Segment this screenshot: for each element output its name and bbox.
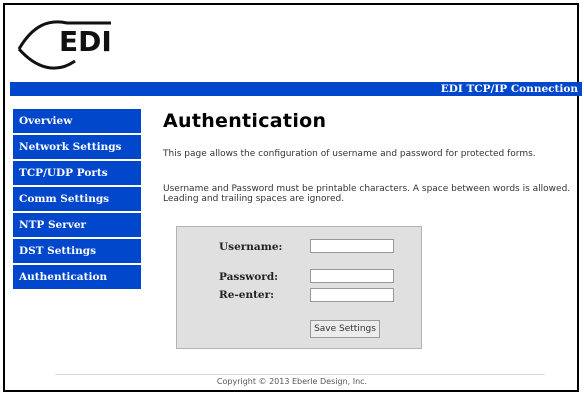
password-label: Password: bbox=[219, 271, 279, 283]
username-input[interactable] bbox=[310, 239, 394, 253]
page-description: This page allows the configuration of us… bbox=[163, 149, 536, 159]
page-note: Username and Password must be printable … bbox=[163, 184, 571, 204]
sidebar-item-overview[interactable]: Overview bbox=[13, 109, 141, 133]
footer-divider bbox=[55, 374, 545, 375]
reenter-password-input[interactable] bbox=[310, 288, 394, 302]
page-frame: EDI EDI TCP/IP Connection Overview Netwo… bbox=[3, 3, 582, 392]
header-banner: EDI TCP/IP Connection bbox=[10, 82, 582, 96]
page-title: Authentication bbox=[163, 110, 327, 132]
edi-logo-graphic: EDI bbox=[17, 20, 112, 70]
reenter-label: Re-enter: bbox=[219, 289, 275, 301]
logo-text: EDI bbox=[59, 25, 112, 58]
sidebar-item-network-settings[interactable]: Network Settings bbox=[13, 135, 141, 159]
sidebar-item-authentication[interactable]: Authentication bbox=[13, 265, 141, 289]
sidebar-nav: Overview Network Settings TCP/UDP Ports … bbox=[13, 109, 141, 291]
username-label: Username: bbox=[219, 241, 283, 253]
password-input[interactable] bbox=[310, 269, 394, 283]
footer-copyright: Copyright © 2013 Eberle Design, Inc. bbox=[216, 377, 368, 386]
sidebar-item-comm-settings[interactable]: Comm Settings bbox=[13, 187, 141, 211]
auth-form: Username: Password: Re-enter: Save Setti… bbox=[176, 226, 422, 349]
sidebar-item-ntp-server[interactable]: NTP Server bbox=[13, 213, 141, 237]
edi-logo: EDI bbox=[15, 17, 115, 75]
sidebar-item-dst-settings[interactable]: DST Settings bbox=[13, 239, 141, 263]
save-settings-button[interactable]: Save Settings bbox=[310, 320, 380, 338]
sidebar-item-tcp-udp-ports[interactable]: TCP/UDP Ports bbox=[13, 161, 141, 185]
